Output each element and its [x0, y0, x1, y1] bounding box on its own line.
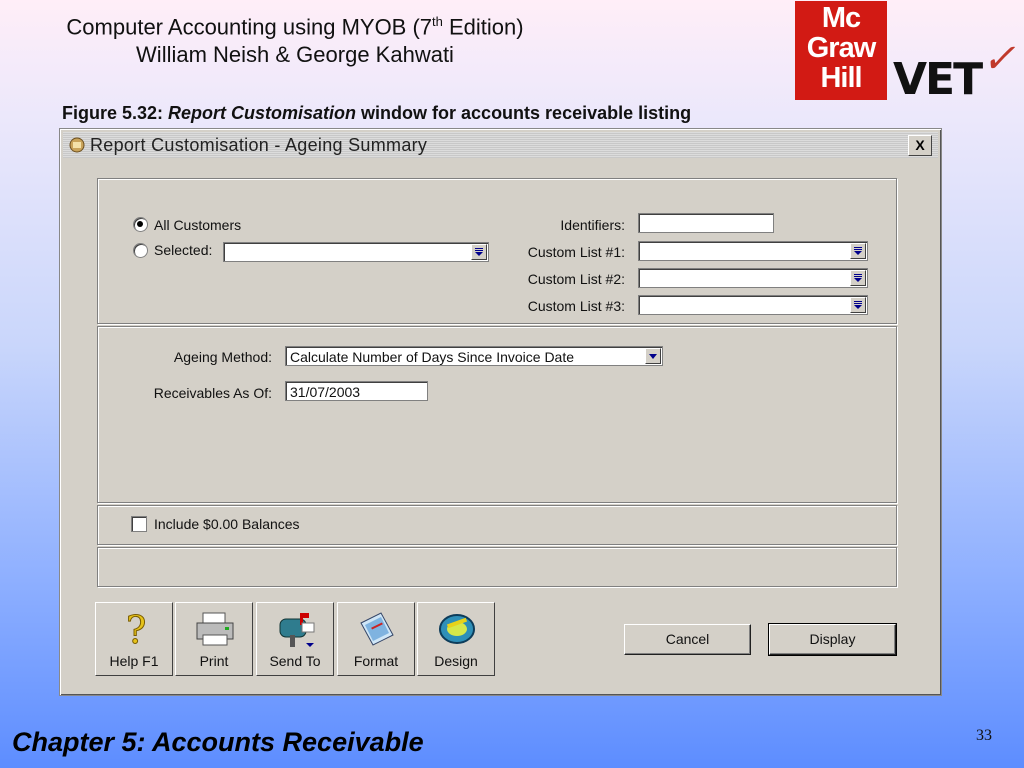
custom-list-1-dropdown[interactable]: [638, 241, 868, 261]
help-icon: ?: [126, 609, 147, 649]
ageing-method-value: Calculate Number of Days Since Invoice D…: [290, 349, 575, 365]
ageing-method-dropdown[interactable]: Calculate Number of Days Since Invoice D…: [285, 346, 663, 366]
chapter-footer: Chapter 5: Accounts Receivable: [12, 727, 424, 757]
dropdown-arrow-icon[interactable]: [850, 243, 866, 259]
slide-title-line1: Computer Accounting using MYOB (7th Edit…: [0, 8, 590, 41]
mcgraw-hill-logo: Mc Graw Hill: [795, 1, 887, 100]
selected-label[interactable]: Selected:: [154, 242, 212, 258]
identifiers-input[interactable]: [638, 213, 774, 233]
custom-list-3-dropdown[interactable]: [638, 295, 868, 315]
empty-group: [97, 547, 897, 587]
design-icon: [439, 614, 475, 644]
close-button[interactable]: X: [908, 135, 932, 156]
window-titlebar[interactable]: Report Customisation - Ageing Summary X: [63, 132, 938, 158]
chevron-down-icon[interactable]: [645, 348, 661, 364]
print-button[interactable]: Print: [175, 602, 253, 676]
print-label: Print: [199, 653, 229, 669]
cancel-button[interactable]: Cancel: [624, 624, 751, 655]
vet-logo: VET: [893, 54, 983, 105]
custom-list-3-label: Custom List #3:: [527, 298, 625, 314]
logo-line: Graw: [806, 32, 877, 64]
selected-customers-radio[interactable]: [133, 243, 148, 258]
slide-title-text: Computer Accounting using MYOB (7: [66, 14, 433, 40]
identifiers-label: Identifiers:: [560, 217, 625, 233]
display-button[interactable]: Display: [768, 623, 897, 656]
format-icon: [360, 612, 394, 646]
dropdown-arrow-icon[interactable]: [471, 244, 487, 260]
all-customers-label[interactable]: All Customers: [154, 217, 241, 233]
custom-list-2-label: Custom List #2:: [527, 271, 625, 287]
slide-authors: William Neish & George Kahwati: [136, 42, 454, 68]
caption-suffix: window for accounts receivable listing: [356, 103, 692, 123]
printer-icon: [196, 612, 234, 646]
window-icon: [69, 137, 85, 153]
svg-text:?: ?: [126, 609, 146, 649]
page-number: 33: [976, 727, 992, 744]
send-to-button[interactable]: Send To: [256, 602, 334, 676]
custom-list-1-label: Custom List #1:: [527, 244, 625, 260]
dropdown-arrow-icon[interactable]: [850, 297, 866, 313]
send-to-label: Send To: [269, 653, 321, 669]
report-customisation-window: Report Customisation - Ageing Summary X …: [59, 128, 942, 696]
format-button[interactable]: Format: [337, 602, 415, 676]
format-label: Format: [353, 653, 399, 669]
figure-caption: Figure 5.32: Report Customisation window…: [62, 103, 691, 124]
window-title: Report Customisation - Ageing Summary: [90, 134, 428, 155]
all-customers-radio[interactable]: [133, 217, 148, 232]
logo-line: Mc: [821, 2, 861, 34]
selected-customers-dropdown[interactable]: [223, 242, 489, 262]
receivables-as-of-label: Receivables As Of:: [153, 385, 272, 401]
slide-title-sup: th: [432, 14, 443, 29]
slide-title-edition: Edition): [442, 14, 524, 40]
mailbox-icon: [279, 613, 315, 647]
caption-italic: Report Customisation: [168, 103, 357, 123]
include-zero-balances-checkbox[interactable]: [131, 516, 147, 532]
design-label: Design: [434, 653, 478, 669]
help-label: Help F1: [109, 653, 159, 669]
logo-line: Hill: [820, 62, 862, 94]
include-zero-balances-label[interactable]: Include $0.00 Balances: [154, 516, 300, 532]
checkmark-icon: ✓: [982, 37, 1016, 81]
custom-list-2-dropdown[interactable]: [638, 268, 868, 288]
dropdown-arrow-icon[interactable]: [850, 270, 866, 286]
receivables-as-of-value: 31/07/2003: [290, 384, 361, 400]
slide-title: Computer Accounting using MYOB (7th Edit…: [0, 8, 590, 69]
ageing-method-label: Ageing Method:: [173, 349, 272, 365]
design-button[interactable]: Design: [417, 602, 495, 676]
receivables-as-of-input[interactable]: 31/07/2003: [285, 381, 428, 401]
caption-prefix: Figure 5.32:: [62, 103, 169, 123]
help-button[interactable]: ? Help F1: [95, 602, 173, 676]
